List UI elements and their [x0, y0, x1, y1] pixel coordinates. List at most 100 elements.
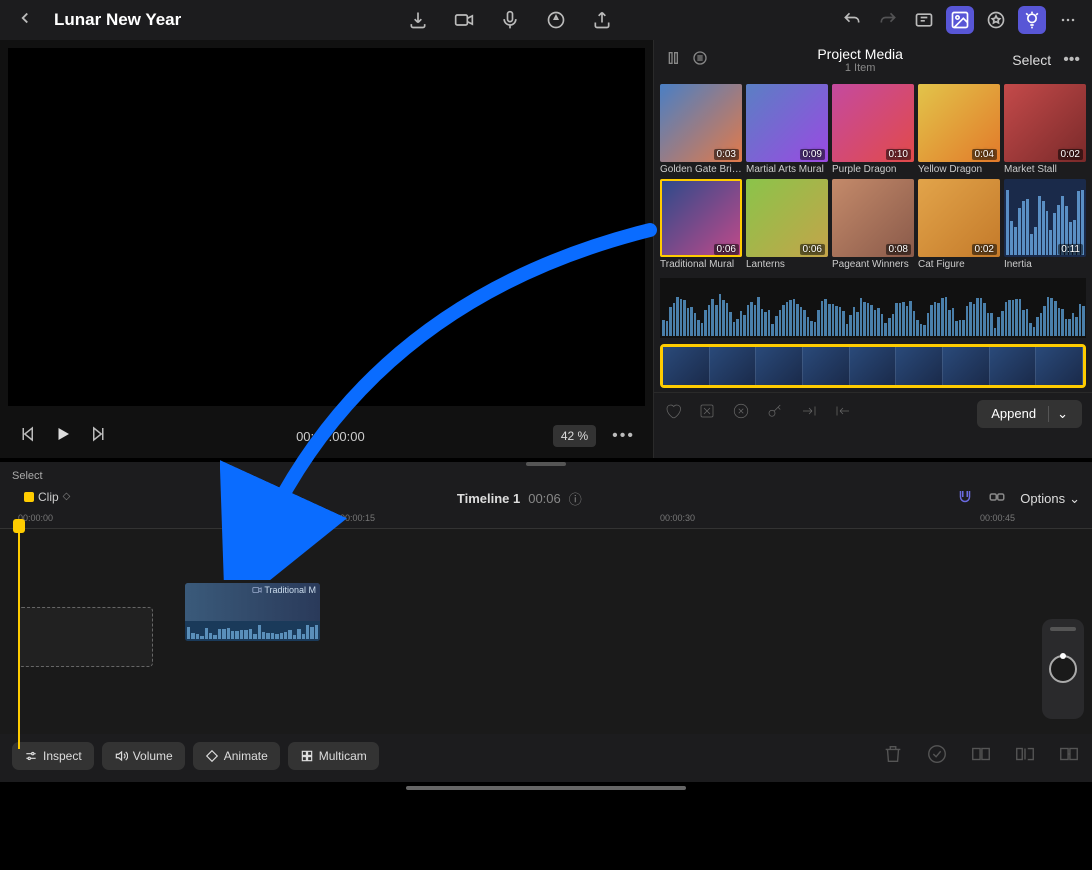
snap-button[interactable]	[956, 488, 974, 509]
multicam-button[interactable]: Multicam	[288, 742, 379, 770]
jog-wheel[interactable]	[1042, 619, 1084, 719]
append-dropdown[interactable]: ⌄	[1048, 406, 1068, 422]
media-label: Yellow Dragon	[918, 164, 1000, 175]
media-more-button[interactable]: •••	[1063, 51, 1080, 69]
reject-button[interactable]	[698, 402, 716, 425]
back-button[interactable]	[10, 5, 40, 36]
delete-button[interactable]	[882, 743, 904, 770]
media-item[interactable]: 0:04 Yellow Dragon	[918, 84, 1000, 175]
keyword-button[interactable]	[766, 402, 784, 425]
split-button[interactable]	[970, 743, 992, 770]
prev-button[interactable]	[18, 425, 36, 448]
media-thumb[interactable]: 0:10	[832, 84, 914, 162]
viewer-controls: 00:00:00:00 42 % •••	[0, 414, 653, 458]
media-thumb[interactable]: 0:06	[660, 179, 742, 257]
topbar-right	[838, 6, 1082, 34]
timeline-header: Clip ◇ Timeline 1 00:06 ⓘ Options ⌄	[0, 482, 1092, 511]
inspect-button[interactable]: Inspect	[12, 742, 94, 770]
media-item[interactable]: 0:08Pageant Winners	[832, 179, 914, 270]
columns-icon	[666, 50, 682, 66]
favorite-button[interactable]	[664, 402, 682, 425]
clear-rating-button[interactable]	[732, 402, 750, 425]
inspector-button[interactable]	[1018, 6, 1046, 34]
media-select-button[interactable]: Select	[1012, 52, 1051, 68]
media-item[interactable]: 0:06Lanterns	[746, 179, 828, 270]
media-item[interactable]: 0:02Market Stall	[1004, 84, 1086, 175]
media-item[interactable]: 0:03Golden Gate Bridge	[660, 84, 742, 175]
topbar-center	[404, 6, 616, 34]
list-icon	[692, 50, 708, 66]
media-thumb[interactable]: 0:02	[918, 179, 1000, 257]
media-item[interactable]: 0:10Purple Dragon	[832, 84, 914, 175]
dragged-clip[interactable]: Traditional M	[185, 583, 320, 641]
effects-button[interactable]	[982, 6, 1010, 34]
timeline-info-button[interactable]: ⓘ	[569, 489, 582, 508]
media-thumb[interactable]: 0:02	[1004, 84, 1086, 162]
x-circle-icon	[732, 402, 750, 420]
clip-type-selector[interactable]: Clip ◇	[12, 490, 82, 508]
undo-button[interactable]	[838, 6, 866, 34]
play-button[interactable]	[54, 425, 72, 448]
next-button[interactable]	[90, 425, 108, 448]
overwrite-icon	[1058, 743, 1080, 765]
timeline-tracks[interactable]: Traditional M	[0, 529, 1092, 749]
voiceover-button[interactable]	[496, 6, 524, 34]
media-column-button[interactable]	[666, 50, 682, 71]
project-title: Lunar New Year	[54, 10, 181, 30]
camera-button[interactable]	[450, 6, 478, 34]
import-button[interactable]	[404, 6, 432, 34]
zoom-level[interactable]: 42 %	[553, 425, 596, 447]
media-item[interactable]: 0:11Inertia	[1004, 179, 1086, 270]
skip-back-icon	[18, 425, 36, 443]
link-icon	[988, 488, 1006, 506]
share-button[interactable]	[588, 6, 616, 34]
media-waveform-preview[interactable]	[660, 278, 1086, 338]
text-tool-button[interactable]	[910, 6, 938, 34]
redo-button[interactable]	[874, 6, 902, 34]
viewer-more-button[interactable]: •••	[612, 427, 635, 445]
media-thumb[interactable]: 0:11	[1004, 179, 1086, 257]
media-list-button[interactable]	[692, 50, 708, 71]
overwrite-button[interactable]	[1058, 743, 1080, 770]
playhead[interactable]	[18, 529, 20, 749]
animate-label: Animate	[224, 749, 268, 763]
marker-button[interactable]	[542, 6, 570, 34]
media-thumb[interactable]: 0:09	[746, 84, 828, 162]
media-duration: 0:02	[1058, 149, 1083, 160]
media-item[interactable]: 0:06Traditional Mural	[660, 179, 742, 270]
multicam-label: Multicam	[319, 749, 367, 763]
timeline-duration: 00:06	[528, 491, 561, 506]
sliders-icon	[24, 749, 38, 763]
volume-button[interactable]: Volume	[102, 742, 185, 770]
timeline-ruler[interactable]: 00:00:0000:00:1500:00:3000:00:45	[0, 511, 1092, 529]
media-thumb[interactable]: 0:04	[918, 84, 1000, 162]
timeline-select-label: Select	[12, 470, 43, 482]
animate-button[interactable]: Animate	[193, 742, 280, 770]
home-indicator[interactable]	[406, 786, 686, 790]
enable-button[interactable]	[926, 743, 948, 770]
in-out-forward-button[interactable]	[800, 402, 818, 425]
media-thumb[interactable]: 0:03	[660, 84, 742, 162]
media-item[interactable]: 0:02Cat Figure	[918, 179, 1000, 270]
media-browser-button[interactable]	[946, 6, 974, 34]
ruler-label: 00:00:45	[980, 513, 1015, 523]
append-button[interactable]: Append ⌄	[977, 400, 1082, 428]
more-button[interactable]	[1054, 6, 1082, 34]
clip-camera-icon	[252, 585, 262, 595]
dragged-clip-label: Traditional M	[264, 585, 316, 595]
media-filmstrip[interactable]	[660, 344, 1086, 388]
timeline-options-button[interactable]: Options ⌄	[1020, 491, 1080, 507]
topbar: Lunar New Year	[0, 0, 1092, 40]
viewer-canvas[interactable]	[8, 48, 645, 406]
bottom-toolbar: Inspect Volume Animate Multicam	[0, 734, 1092, 778]
redo-icon	[878, 10, 898, 30]
in-out-back-button[interactable]	[834, 402, 852, 425]
timeline-dropzone[interactable]	[18, 607, 153, 667]
media-thumb[interactable]: 0:08	[832, 179, 914, 257]
insert-button[interactable]	[1014, 743, 1036, 770]
jog-handle[interactable]	[1050, 627, 1076, 631]
media-item[interactable]: 0:09Martial Arts Mural	[746, 84, 828, 175]
link-button[interactable]	[988, 488, 1006, 509]
topbar-left: Lunar New Year	[10, 5, 181, 36]
media-thumb[interactable]: 0:06	[746, 179, 828, 257]
